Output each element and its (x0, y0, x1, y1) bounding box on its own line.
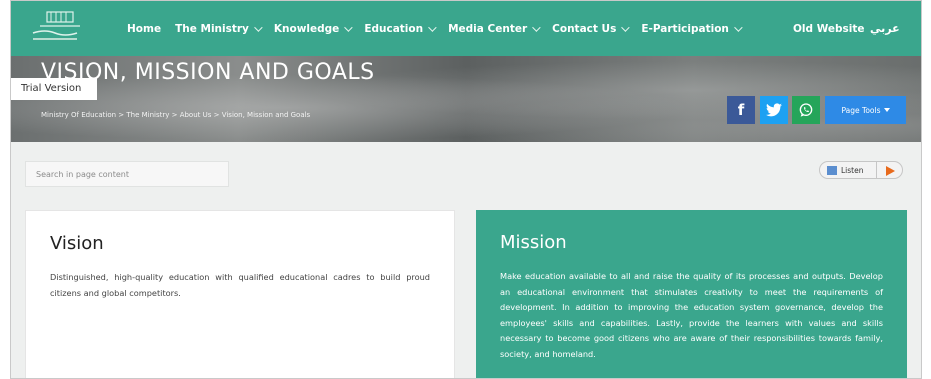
nav-menu: Home The Ministry Knowledge Education Me… (127, 1, 754, 56)
nav-item-label: Knowledge (273, 22, 340, 35)
chevron-down-icon (734, 22, 743, 32)
nav-item-label: The Ministry (175, 22, 249, 35)
nav-item-e-participation[interactable]: E-Participation (641, 22, 743, 35)
old-website-link[interactable]: Old Website (793, 1, 865, 56)
nav-item-label: Media Center (448, 22, 528, 35)
breadcrumb[interactable]: Ministry Of Education > The Ministry > A… (41, 111, 310, 119)
page-tools-button[interactable]: Page Tools (825, 96, 906, 124)
mission-text: Make education available to all and rais… (500, 271, 883, 359)
nav-item-media-center[interactable]: Media Center (448, 22, 541, 35)
whatsapp-icon (799, 103, 813, 117)
twitter-icon (766, 103, 782, 117)
facebook-icon: f (737, 101, 745, 119)
nav-item-contact-us[interactable]: Contact Us (552, 22, 631, 35)
caret-down-icon (883, 108, 890, 112)
listen-label: Listen (841, 165, 864, 175)
listen-divider (876, 162, 877, 178)
chevron-down-icon (344, 22, 353, 32)
page-search-input[interactable]: Search in page content (25, 161, 229, 187)
page-tools-label: Page Tools (841, 105, 881, 115)
main-navigation: Home The Ministry Knowledge Education Me… (11, 1, 921, 56)
play-icon[interactable] (886, 166, 895, 176)
chevron-down-icon (532, 22, 541, 32)
page-banner: VISION, MISSION AND GOALS Trial Version … (11, 56, 921, 142)
nav-item-the-ministry[interactable]: The Ministry (175, 22, 263, 35)
nav-item-home[interactable]: Home (127, 23, 161, 35)
facebook-share-button[interactable]: f (727, 96, 755, 124)
nav-item-label: Contact Us (552, 22, 617, 35)
nav-item-knowledge[interactable]: Knowledge (273, 22, 353, 35)
mission-heading: Mission (500, 232, 567, 253)
ministry-logo[interactable] (25, 9, 101, 47)
nav-item-label: Home (127, 22, 162, 35)
chevron-down-icon (254, 22, 263, 32)
chevron-down-icon (428, 22, 437, 32)
chevron-down-icon (621, 22, 631, 32)
trial-version-label: Trial Version (11, 78, 97, 100)
nav-item-education[interactable]: Education (364, 22, 437, 35)
browser-viewport: Home The Ministry Knowledge Education Me… (10, 0, 922, 379)
vision-heading: Vision (50, 233, 104, 254)
whatsapp-share-button[interactable] (792, 96, 820, 124)
language-switch-link[interactable]: عربي (870, 1, 900, 56)
vision-text: Distinguished, high-quality education wi… (50, 272, 430, 298)
twitter-share-button[interactable] (760, 96, 788, 124)
mission-card: Mission Make education available to all … (476, 210, 907, 378)
nav-item-label: E-Participation (641, 22, 729, 35)
speaker-icon (827, 165, 837, 175)
listen-button[interactable]: Listen (819, 161, 903, 179)
vision-card: Vision Distinguished, high-quality educa… (25, 210, 455, 378)
nav-item-label: Education (364, 22, 424, 35)
